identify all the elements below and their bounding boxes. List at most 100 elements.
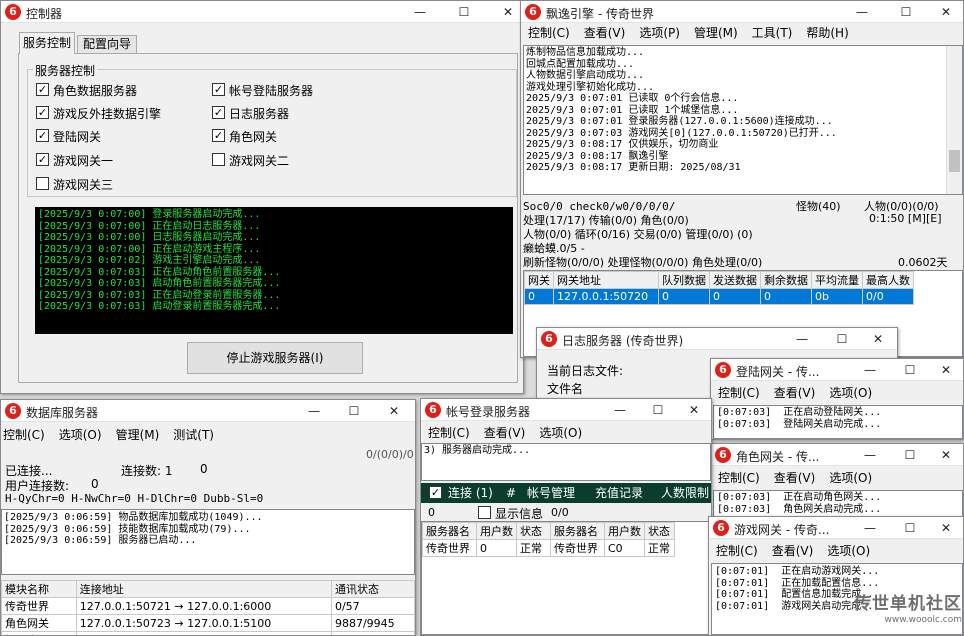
close-icon[interactable]: ✕ (679, 400, 709, 420)
table-cell: 0 (524, 288, 554, 305)
minimize-icon[interactable]: — (787, 329, 817, 349)
menu-help[interactable]: 帮助(H) (799, 23, 855, 43)
column-header[interactable]: 网关地址 (553, 271, 659, 289)
minimize-icon[interactable]: — (847, 2, 877, 22)
maximize-icon[interactable]: ☐ (895, 360, 925, 380)
menu-manage[interactable]: 管理(M) (109, 425, 167, 445)
menu-control[interactable]: 控制(C) (711, 383, 767, 403)
maximize-icon[interactable]: ☐ (827, 329, 857, 349)
menu-test[interactable]: 测试(T) (166, 425, 221, 445)
tab-config-wizard[interactable]: 配置向导 (77, 35, 137, 53)
column-header[interactable]: 服务器名 (422, 522, 477, 540)
menu-view[interactable]: 查看(V) (767, 468, 823, 488)
maximize-icon[interactable]: ☐ (891, 2, 921, 22)
checkbox-log-server[interactable]: ✓ (212, 106, 225, 119)
minimize-icon[interactable]: — (855, 360, 885, 380)
close-icon[interactable]: ✕ (493, 2, 523, 22)
column-header[interactable]: 通讯状态 (330, 580, 415, 598)
user-limit-button[interactable]: 人数限制 (661, 483, 709, 503)
checkbox-anti-cheat-engine[interactable]: ✓ (36, 106, 49, 119)
title-bar: 6 控制器 — ☐ ✕ (1, 1, 523, 23)
log-scrollbar[interactable] (946, 46, 962, 194)
column-header[interactable]: 用户数 (604, 522, 645, 540)
log-line: 2025/9/3 0:08:17 飘逸引擎 (526, 150, 669, 162)
table-row[interactable]: 传奇世界 0 正常 传奇世界 C0 正常 (422, 539, 675, 557)
menu-view[interactable]: 查看(V) (767, 383, 823, 403)
close-icon[interactable]: ✕ (931, 2, 961, 22)
account-log: 3) 服务器启动完成... (421, 443, 711, 481)
close-icon[interactable]: ✕ (863, 329, 893, 349)
menu-bar: 控制(C) 查看(V) 选项(O) (711, 468, 963, 488)
minimize-icon[interactable]: — (855, 445, 885, 465)
minimize-icon[interactable]: — (855, 518, 885, 538)
log-line: [2025/9/3 0:07:03] 正在启动登录前置服务器... (38, 289, 281, 301)
menu-view[interactable]: 查看(V) (765, 541, 821, 561)
maximize-icon[interactable]: ☐ (339, 401, 369, 421)
menu-control[interactable]: 控制(C) (421, 423, 477, 443)
menu-control[interactable]: 控制(C) (709, 541, 765, 561)
table-cell: 0/0 (862, 288, 914, 305)
table-cell: 127.0.0.1:50720 (553, 288, 659, 305)
table-row[interactable]: 角色网关 127.0.0.1:50723 → 127.0.0.1:5100 9887… (1, 614, 415, 632)
checkbox-game-gate-2[interactable] (212, 153, 225, 166)
table-row[interactable]: 帐号中心127.0.0.1:50719 → 127.0.0.1:56009992… (1, 631, 415, 635)
menu-options[interactable]: 选项(O) (822, 468, 879, 488)
menu-view[interactable]: 查看(V) (477, 423, 533, 443)
maximize-icon[interactable]: ☐ (895, 518, 925, 538)
column-header[interactable]: 状态 (644, 522, 675, 540)
maximize-icon[interactable]: ☐ (643, 400, 673, 420)
minimize-icon[interactable]: — (299, 401, 329, 421)
close-icon[interactable]: ✕ (379, 401, 409, 421)
table-cell: 9887/9945 (330, 614, 415, 632)
maximize-icon[interactable]: ☐ (895, 445, 925, 465)
close-icon[interactable]: ✕ (931, 445, 961, 465)
menu-control[interactable]: 控制(C) (521, 23, 577, 43)
checkbox-label: 角色网关 (229, 130, 278, 144)
column-header[interactable]: 服务器名 (550, 522, 605, 540)
column-header[interactable]: 剩余数据 (760, 271, 812, 289)
menu-options[interactable]: 选项(O) (52, 425, 109, 445)
maximize-icon[interactable]: ☐ (449, 2, 479, 22)
checkbox-role-gate[interactable]: ✓ (212, 129, 225, 142)
checkbox-role-data-server[interactable]: ✓ (36, 83, 49, 96)
window-title: 日志服务器 (传奇世界) (562, 334, 684, 348)
tab-service-control[interactable]: 服务控制 (19, 32, 75, 54)
column-header[interactable]: 连接地址 (75, 580, 332, 598)
menu-options[interactable]: 选项(O) (532, 423, 589, 443)
stop-game-server-button[interactable]: 停止游戏服务器(I) (187, 342, 363, 374)
column-header[interactable]: 队列数据 (658, 271, 710, 289)
column-header[interactable]: 状态 (516, 522, 551, 540)
charge-record-button[interactable]: 充值记录 (595, 483, 643, 503)
menu-control[interactable]: 控制(C) (711, 468, 767, 488)
show-info-checkbox[interactable] (478, 506, 491, 519)
connect-checkbox[interactable]: ✓ (429, 486, 442, 499)
menu-manage[interactable]: 管理(M) (687, 23, 745, 43)
column-header[interactable]: 最高人数 (862, 271, 914, 289)
column-header[interactable]: 发送数据 (709, 271, 761, 289)
account-manage-button[interactable]: 帐号管理 (527, 483, 575, 503)
menu-options[interactable]: 选项(O) (822, 383, 879, 403)
minimize-icon[interactable]: — (405, 2, 435, 22)
column-header[interactable]: 平均流量 (811, 271, 863, 289)
close-icon[interactable]: ✕ (931, 518, 961, 538)
checkbox-account-login-server[interactable]: ✓ (212, 83, 225, 96)
column-header[interactable]: 用户数 (476, 522, 517, 540)
minimize-icon[interactable]: — (605, 400, 635, 420)
table-cell: 0 (760, 288, 812, 305)
menu-options[interactable]: 选项(P) (632, 23, 687, 43)
menu-tools[interactable]: 工具(T) (745, 23, 800, 43)
table-row[interactable]: 0 127.0.0.1:50720 0 0 0 0b 0/0 (524, 288, 914, 305)
table-row[interactable]: 传奇世界 127.0.0.1:50721 → 127.0.0.1:6000 0/57 (1, 597, 415, 615)
checkbox-game-gate-3[interactable] (36, 177, 49, 190)
engine-monsters: 怪物(40) (796, 200, 841, 213)
column-header[interactable]: 模块名称 (1, 580, 77, 598)
checkbox-game-gate-1[interactable]: ✓ (36, 153, 49, 166)
close-icon[interactable]: ✕ (931, 360, 961, 380)
column-header[interactable]: 网关 (524, 271, 554, 289)
checkbox-login-gate[interactable]: ✓ (36, 129, 49, 142)
menu-view[interactable]: 查看(V) (577, 23, 633, 43)
db-conn-count-value: 0 (200, 462, 208, 476)
menu-options[interactable]: 选项(O) (820, 541, 877, 561)
menu-control[interactable]: 控制(C) (1, 425, 52, 445)
table-cell: 0b (811, 288, 863, 305)
